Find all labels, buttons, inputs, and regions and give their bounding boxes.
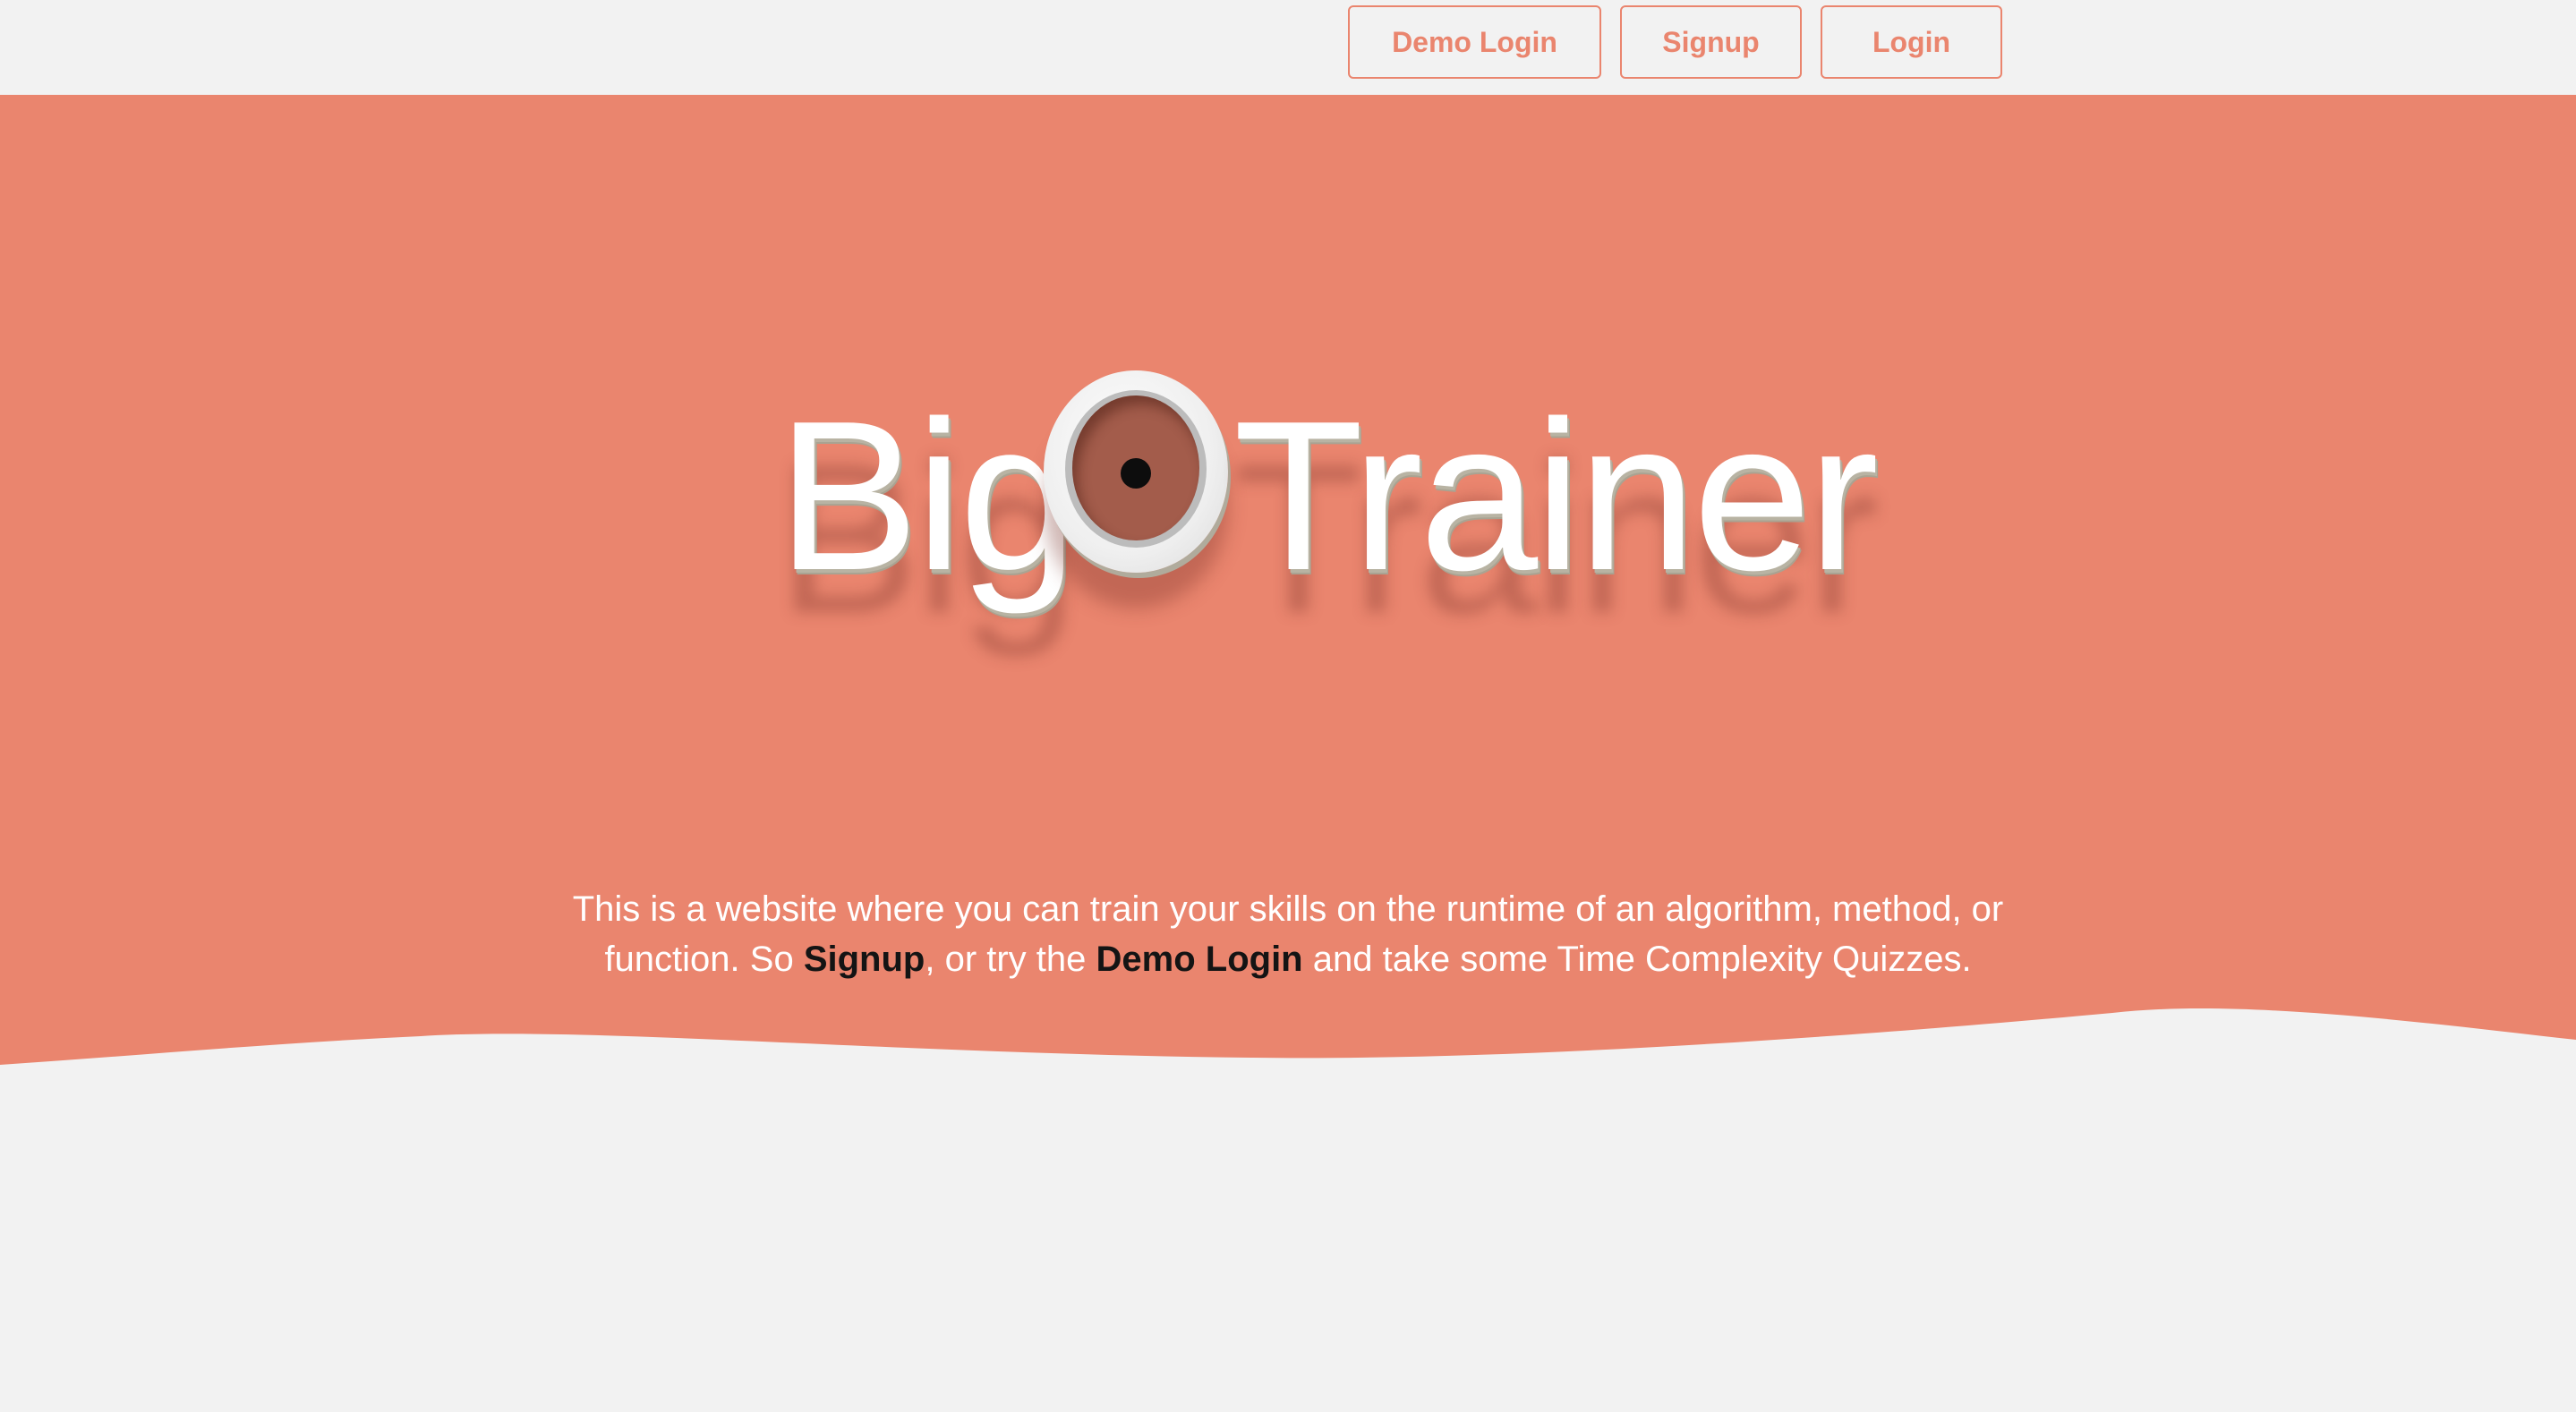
top-nav-bar: Demo Login Signup Login [0,0,2576,95]
hero-section: Big Trainer This is a website where you … [0,95,2576,1097]
logo-letter-o [1044,370,1228,573]
logo-o-ring [1065,390,1207,548]
signup-button[interactable]: Signup [1620,5,1802,79]
logo-o-dot [1121,458,1151,489]
login-button[interactable]: Login [1821,5,2002,79]
logo-word-trainer: Trainer [1233,378,1879,615]
logo-word-big: Big [777,378,1078,615]
tagline-demo-login-link[interactable]: Demo Login [1096,940,1303,979]
logo-o-hole [1072,396,1199,540]
tagline-text-2: , or try the [925,940,1096,979]
demo-login-button[interactable]: Demo Login [1348,5,1601,79]
tagline-text-3: and take some Time Complexity Quizzes. [1302,940,1972,979]
tagline-signup-link[interactable]: Signup [804,940,925,979]
hero-tagline: This is a website where you can train yo… [527,884,2049,984]
